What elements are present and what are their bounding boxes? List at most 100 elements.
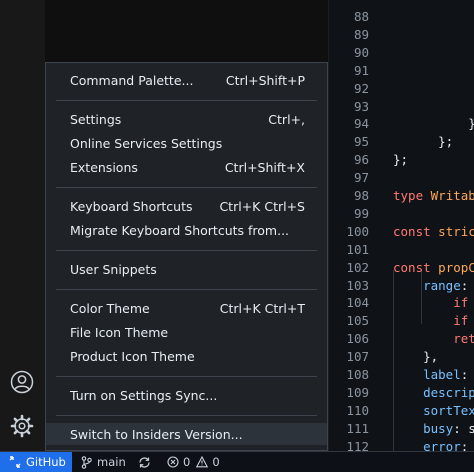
code-editor[interactable]: 88899091929394 },95 };96};9798type Writa… (329, 0, 474, 451)
warning-icon (196, 456, 209, 468)
menu-item-settings[interactable]: Settings Ctrl+, (46, 108, 327, 130)
line-number: 104 (346, 295, 369, 311)
menu-item-product-icon-theme[interactable]: Product Icon Theme (46, 345, 327, 367)
menu-item-label: Settings (70, 111, 122, 127)
menu-item-label: Online Services Settings (70, 135, 223, 151)
line-number: 101 (346, 241, 369, 257)
menu-separator (56, 289, 317, 290)
code-line: 109 descript (329, 384, 474, 402)
error-count: 0 (183, 455, 191, 469)
menu-item-label: Migrate Keyboard Shortcuts from... (70, 222, 290, 238)
code-text: error: (423, 438, 469, 451)
line-number: 94 (353, 116, 369, 132)
menu-item-label: Color Theme (70, 300, 150, 316)
code-text: if (453, 313, 469, 329)
code-line: 91 (329, 62, 474, 80)
menu-item-label: Product Icon Theme (70, 348, 195, 364)
menu-item-extensions[interactable]: Extensions Ctrl+Shift+X (46, 156, 327, 178)
menu-item-label: File Icon Theme (70, 324, 169, 340)
menu-separator (56, 376, 317, 377)
code-line: 93 (329, 98, 474, 116)
line-number: 103 (346, 277, 369, 293)
line-number: 93 (353, 98, 369, 114)
code-text: }, (393, 349, 439, 365)
menu-item-file-icon-theme[interactable]: File Icon Theme (46, 321, 327, 343)
code-text: descript (423, 384, 474, 400)
remote-label: GitHub (26, 455, 66, 469)
code-text: const propC (393, 259, 474, 275)
menu-item-label: Turn on Settings Sync... (70, 387, 218, 403)
line-number: 112 (346, 438, 369, 451)
code-line: 95 }; (329, 133, 474, 151)
line-number: 111 (346, 420, 369, 436)
menu-item-switch-to-insiders-version[interactable]: Switch to Insiders Version... (46, 423, 327, 445)
menu-item-user-snippets[interactable]: User Snippets (46, 258, 327, 280)
code-line: 98 type Writab (329, 187, 474, 205)
code-text: label: (423, 367, 469, 382)
code-text: }; (393, 152, 409, 168)
line-number: 107 (346, 349, 369, 365)
line-number: 109 (346, 384, 369, 400)
status-bar: GitHub main 0 0 (0, 451, 474, 472)
code-line: 89 (329, 26, 474, 44)
remote-icon (9, 456, 21, 468)
code-text: const stric (393, 223, 474, 239)
code-text: ret (453, 331, 474, 347)
code-line: 105 if (329, 312, 474, 330)
branch-indicator[interactable]: main (81, 452, 126, 472)
line-number: 89 (353, 26, 369, 42)
line-number: 96 (353, 152, 369, 168)
sync-button[interactable] (138, 452, 151, 472)
menu-separator (56, 250, 317, 251)
code-line: 101 (329, 241, 474, 259)
top-panel (45, 0, 328, 62)
code-text: type Writab (393, 188, 474, 203)
code-line: 96}; (329, 151, 474, 169)
code-line: 112 error: (329, 438, 474, 451)
code-line: 92 (329, 80, 474, 98)
branch-name: main (97, 455, 126, 469)
code-line: 106 ret (329, 330, 474, 348)
account-icon[interactable] (9, 369, 35, 395)
code-line: 90 (329, 44, 474, 62)
menu-item-color-theme[interactable]: Color Theme Ctrl+K Ctrl+T (46, 297, 327, 319)
gear-icon[interactable] (9, 413, 35, 439)
line-number: 100 (346, 223, 369, 239)
menu-item-online-services-settings[interactable]: Online Services Settings (46, 132, 327, 154)
remote-indicator[interactable]: GitHub (0, 452, 72, 472)
code-text: sortText (423, 402, 474, 418)
menu-item-command-palette[interactable]: Command Palette... Ctrl+Shift+P (46, 69, 327, 91)
menu-separator (56, 415, 317, 416)
code-line: 110 sortText (329, 402, 474, 420)
code-line: 111 busy: st (329, 420, 474, 438)
menu-item-migrate-keyboard-shortcuts-from[interactable]: Migrate Keyboard Shortcuts from... (46, 219, 327, 241)
menu-item-keyboard-shortcuts[interactable]: Keyboard Shortcuts Ctrl+K Ctrl+S (46, 195, 327, 217)
menu-item-shortcut: Ctrl+K Ctrl+S (219, 198, 305, 214)
problems-indicator[interactable]: 0 0 (167, 452, 220, 472)
line-number: 106 (346, 331, 369, 347)
git-branch-icon (81, 455, 92, 469)
activity-bar (0, 0, 46, 451)
code-line: 99 (329, 205, 474, 223)
menu-item-turn-on-settings-sync[interactable]: Turn on Settings Sync... (46, 384, 327, 406)
code-text: }; (393, 134, 454, 150)
code-line: 100 const stric (329, 223, 474, 241)
code-line: 94 }, (329, 115, 474, 133)
menu-item-label: Command Palette... (70, 72, 194, 88)
error-icon (167, 456, 179, 468)
code-line: 102 const propC (329, 259, 474, 277)
menu-item-shortcut: Ctrl+K Ctrl+T (219, 300, 305, 316)
warning-count: 0 (212, 455, 220, 469)
menu-item-shortcut: Ctrl+Shift+P (225, 72, 305, 88)
code-text: busy: st (423, 420, 474, 436)
line-number: 99 (353, 205, 369, 221)
menu-separator (56, 100, 317, 101)
line-number: 91 (353, 62, 369, 78)
menu-item-shortcut: Ctrl+, (268, 111, 305, 127)
line-number: 110 (346, 402, 369, 418)
line-number: 95 (353, 134, 369, 150)
code-text: if (453, 295, 469, 311)
line-number: 92 (353, 80, 369, 96)
manage-menu: Command Palette... Ctrl+Shift+P Settings Ct… (45, 62, 328, 451)
menu-item-label: Switch to Insiders Version... (70, 426, 243, 442)
